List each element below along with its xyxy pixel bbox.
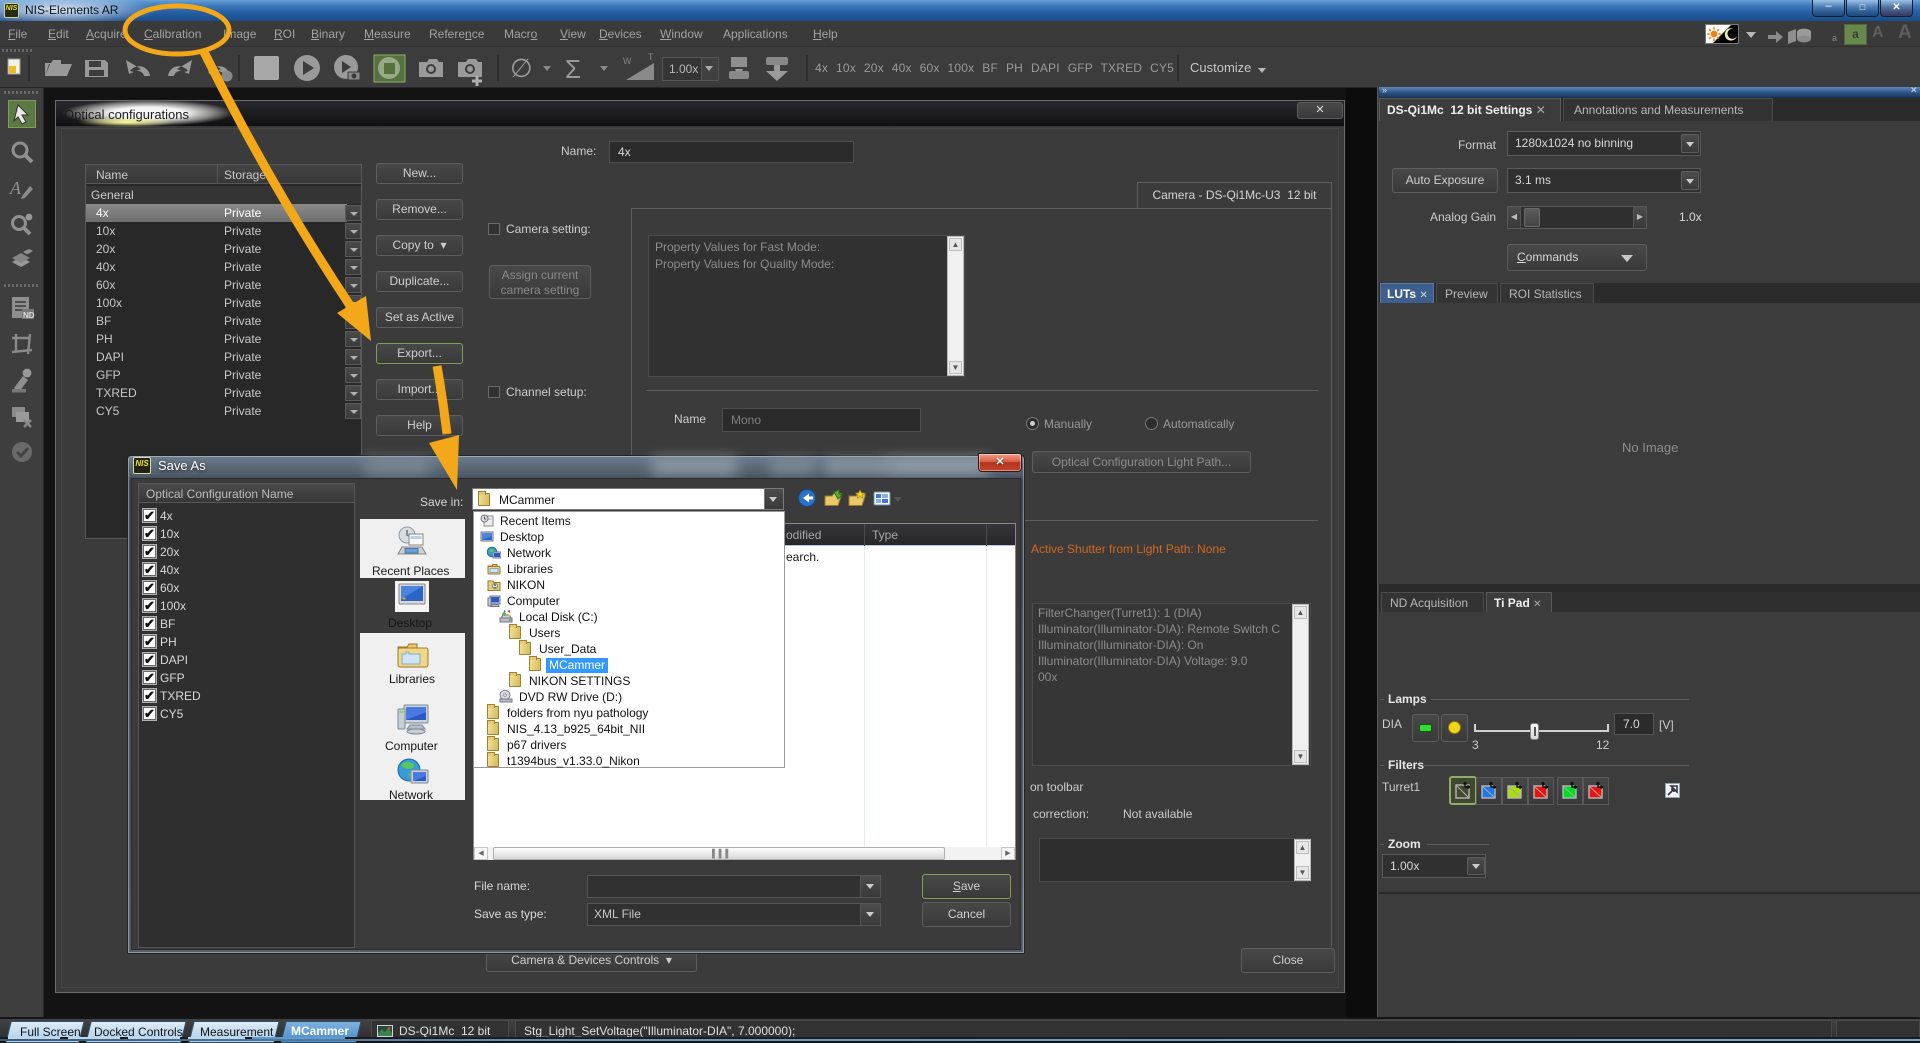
svg-text:T: T [648,52,654,62]
svg-text:Σ: Σ [565,54,581,84]
svg-text:∅: ∅ [510,53,533,83]
svg-text:W: W [623,56,632,66]
svg-text:ND: ND [23,311,35,320]
svg-text:A: A [9,178,22,198]
